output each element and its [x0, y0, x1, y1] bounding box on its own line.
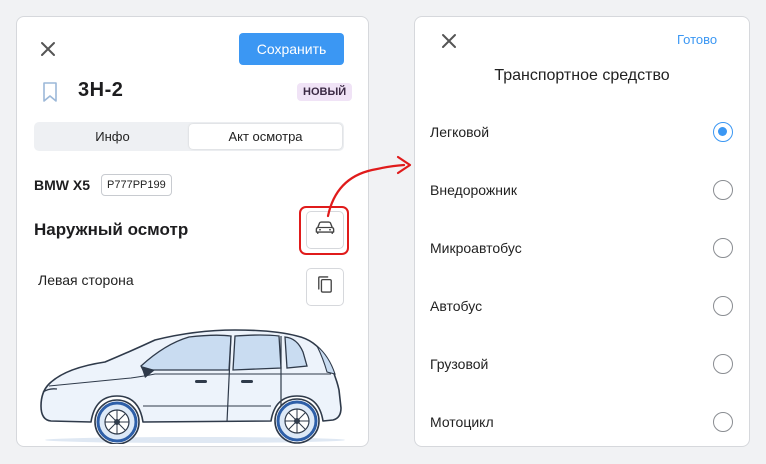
- option-passenger-car[interactable]: Легковой: [415, 111, 749, 155]
- side-label: Левая сторона: [38, 272, 134, 288]
- option-label: Микроавтобус: [430, 240, 522, 256]
- inspection-panel: Сохранить 3Н-2 НОВЫЙ Инфо Акт осмотра BM…: [16, 16, 369, 447]
- tab-info[interactable]: Инфо: [36, 124, 189, 149]
- connector-arrow: [326, 155, 412, 218]
- option-label: Внедорожник: [430, 182, 517, 198]
- close-icon[interactable]: [440, 32, 458, 50]
- radio-button[interactable]: [713, 238, 733, 258]
- copy-icon: [317, 275, 333, 299]
- section-title: Наружный осмотр: [34, 220, 189, 239]
- done-button[interactable]: Готово: [677, 32, 717, 47]
- car-diagram: [35, 322, 353, 445]
- bookmark-icon[interactable]: [42, 82, 58, 102]
- option-minibus[interactable]: Микроавтобус: [415, 227, 749, 271]
- option-label: Легковой: [430, 124, 490, 140]
- radio-button[interactable]: [713, 122, 733, 142]
- save-button[interactable]: Сохранить: [239, 33, 344, 65]
- page-title: 3Н-2: [78, 79, 124, 101]
- vehicle-type-panel: Готово Транспортное средство Легковой Вн…: [414, 16, 750, 447]
- status-badge: НОВЫЙ: [297, 83, 353, 101]
- option-label: Грузовой: [430, 356, 489, 372]
- radio-button[interactable]: [713, 354, 733, 374]
- option-motorcycle[interactable]: Мотоцикл: [415, 401, 749, 445]
- tab-bar: Инфо Акт осмотра: [34, 122, 344, 151]
- panel-title: Транспортное средство: [494, 67, 670, 84]
- option-label: Автобус: [430, 298, 483, 314]
- radio-button[interactable]: [713, 180, 733, 200]
- tab-inspection-act[interactable]: Акт осмотра: [189, 124, 342, 149]
- license-plate: Р777РР199: [101, 174, 172, 196]
- car-icon: [315, 220, 335, 240]
- option-suv[interactable]: Внедорожник: [415, 169, 749, 213]
- option-bus[interactable]: Автобус: [415, 285, 749, 329]
- radio-button[interactable]: [713, 412, 733, 432]
- option-label: Мотоцикл: [430, 414, 494, 430]
- radio-button[interactable]: [713, 296, 733, 316]
- option-truck[interactable]: Грузовой: [415, 343, 749, 387]
- close-icon[interactable]: [39, 40, 57, 58]
- copy-button[interactable]: [306, 268, 344, 306]
- vehicle-model: BMW X5: [34, 177, 90, 193]
